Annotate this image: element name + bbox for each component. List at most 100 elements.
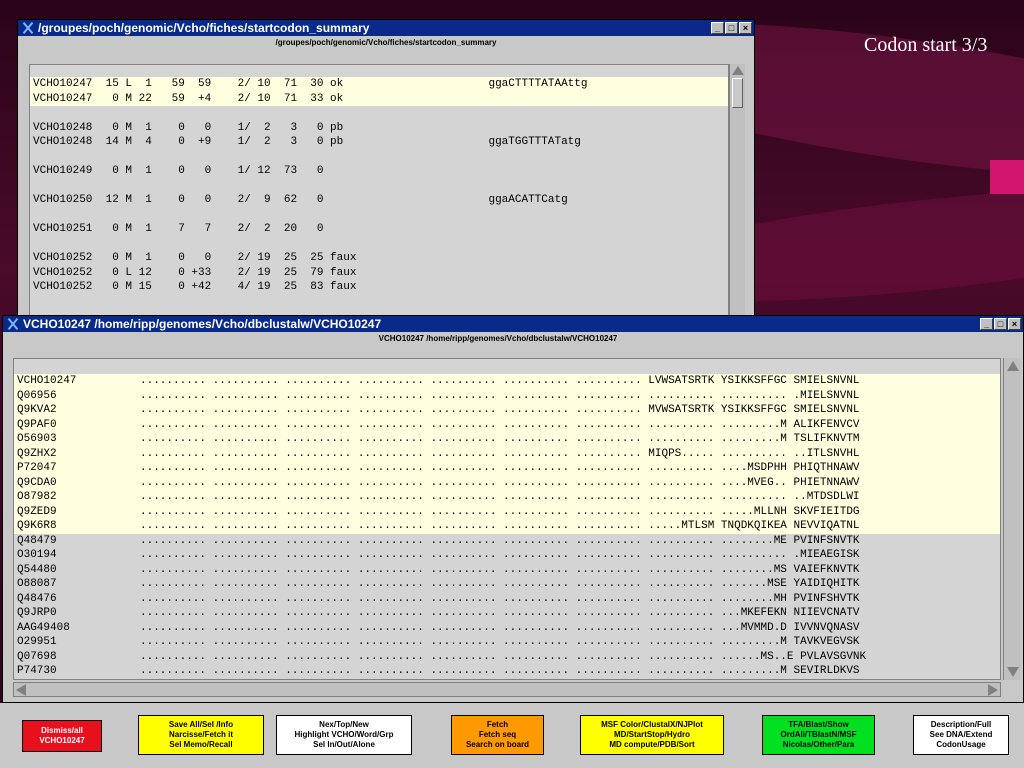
- button-label-line: Fetch seq: [478, 730, 517, 739]
- alignment-row[interactable]: AAG49408 .......... .......... ..........…: [14, 621, 1000, 636]
- button-label-line: MD compute/PDB/Sort: [609, 740, 695, 749]
- sequence-alignment: .......... .......... .......... .......…: [140, 549, 860, 561]
- alignment-row[interactable]: Q07698 .......... .......... .......... .…: [14, 650, 1000, 665]
- description-button[interactable]: Description/Full See DNA/Extend CodonUsage: [913, 715, 1009, 755]
- sequence-id: P72047: [17, 462, 57, 474]
- window-title: /groupes/poch/genomic/Vcho/fiches/startc…: [38, 21, 370, 35]
- sequence-id: Q9JRP0: [17, 607, 57, 619]
- scroll-left-arrow-icon[interactable]: [16, 684, 26, 696]
- alignment-row[interactable]: Q9JRP0 .......... .......... .......... .…: [14, 606, 1000, 621]
- alignment-row[interactable]: O30194 .......... .......... .......... .…: [14, 548, 1000, 563]
- alignment-row[interactable]: VCHO10247 .......... .......... .........…: [14, 374, 1000, 389]
- sequence-id: Q9PAF0: [17, 418, 57, 431]
- alignment-row[interactable]: P72047 .......... .......... .......... .…: [14, 461, 1000, 476]
- alignment-row[interactable]: Q48476 .......... .......... .......... .…: [14, 592, 1000, 607]
- sequence-id: O88087: [17, 578, 57, 590]
- button-label-line: TFA/Blast/Show: [788, 720, 849, 729]
- close-button[interactable]: ×: [1008, 318, 1021, 330]
- maximize-button[interactable]: □: [994, 318, 1007, 330]
- sequence-id: O56903: [17, 433, 57, 445]
- fetch-button[interactable]: Fetch Fetch seq Search on board: [451, 715, 544, 755]
- sequence-id: Q9K6R8: [17, 520, 57, 532]
- sequence-id: O29951: [17, 636, 57, 648]
- sequence-id: O87982: [17, 491, 57, 503]
- alignment-horizontal-scrollbar[interactable]: [13, 682, 1001, 697]
- minimize-button[interactable]: _: [980, 318, 993, 330]
- button-label-line: Highlight VCHO/Word/Grp: [294, 730, 394, 739]
- startcodon-summary-window: /groupes/poch/genomic/Vcho/fiches/startc…: [17, 19, 755, 319]
- alignment-row[interactable]: O29951 .......... .......... .......... .…: [14, 635, 1000, 650]
- alignment-row[interactable]: Q54480 .......... .......... .......... .…: [14, 563, 1000, 578]
- alignment-row[interactable]: Q9PAF0 .......... .......... .......... .…: [14, 417, 1000, 432]
- sequence-alignment: .......... .......... .......... .......…: [140, 389, 860, 402]
- scroll-right-arrow-icon[interactable]: [988, 684, 998, 696]
- alignment-row[interactable]: Q9KVA2 .......... .......... .......... .…: [14, 403, 1000, 418]
- alignment-rows: VCHO10247 .......... .......... .........…: [14, 374, 1000, 679]
- alignment-row[interactable]: Q9ZED9 .......... .......... .......... .…: [14, 504, 1000, 519]
- window-title: VCHO10247 /home/ripp/genomes/Vcho/dbclus…: [23, 317, 382, 331]
- sequence-alignment: .......... .......... .......... .......…: [140, 476, 860, 489]
- scroll-down-arrow-icon[interactable]: [1007, 667, 1019, 677]
- sequence-alignment: .......... .......... .......... .......…: [140, 665, 860, 677]
- sequence-alignment: .......... .......... .......... .......…: [140, 563, 860, 576]
- button-label-line: See DNA/Extend: [929, 730, 993, 739]
- button-label-line: OrdAli/TBlastN/MSF: [780, 730, 857, 739]
- alignment-vertical-scrollbar[interactable]: [1003, 358, 1021, 680]
- button-label-line: Sel Memo/Recall: [169, 740, 233, 749]
- button-label-line: Narcisse/Fetch it: [168, 730, 234, 739]
- maximize-button[interactable]: □: [725, 22, 738, 34]
- alignment-row[interactable]: O56903 .......... .......... .......... .…: [14, 432, 1000, 447]
- sequence-alignment: .......... .......... .......... .......…: [140, 607, 860, 619]
- button-label-line: MSF Color/ClustalX/NJPlot: [601, 720, 703, 729]
- sequence-alignment: .......... .......... .......... .......…: [140, 404, 860, 416]
- x-logo-icon: [21, 21, 35, 35]
- button-label-line: MD/StartStop/Hydro: [614, 730, 690, 739]
- button-label-line: CodonUsage: [936, 740, 986, 749]
- dismiss-all-button[interactable]: Dismiss/all VCHO10247: [22, 720, 102, 752]
- sequence-alignment: .......... .......... .......... .......…: [140, 462, 860, 474]
- summary-text-pane[interactable]: VCHO10247 15 L 1 59 59 2/ 10 71 30 ok gg…: [29, 64, 729, 318]
- window-titlebar[interactable]: /groupes/poch/genomic/Vcho/fiches/startc…: [18, 20, 754, 36]
- alignment-row[interactable]: P74730 .......... .......... .......... .…: [14, 664, 1000, 679]
- scroll-thumb[interactable]: [732, 78, 743, 108]
- sequence-alignment: .......... .......... .......... .......…: [140, 375, 860, 387]
- sequence-alignment: .......... .......... .......... .......…: [140, 578, 860, 590]
- button-label-line: Dismiss/all: [41, 726, 83, 735]
- alignment-row[interactable]: O87982 .......... .......... .......... .…: [14, 490, 1000, 505]
- window-titlebar[interactable]: VCHO10247 /home/ripp/genomes/Vcho/dbclus…: [3, 316, 1023, 332]
- sequence-id: P74730: [17, 665, 57, 677]
- save-all-button[interactable]: Save All/Sel /Info Narcisse/Fetch it Sel M…: [138, 715, 264, 755]
- minimize-button[interactable]: _: [711, 22, 724, 34]
- button-label-line: Search on board: [465, 740, 530, 749]
- clustalw-alignment-window: VCHO10247 /home/ripp/genomes/Vcho/dbclus…: [2, 315, 1024, 703]
- sequence-alignment: .......... .......... .......... .......…: [140, 505, 860, 518]
- next-top-new-button[interactable]: Nex/Top/New Highlight VCHO/Word/Grp Sel In…: [276, 715, 412, 755]
- sequence-id: Q9CDA0: [17, 476, 57, 489]
- alignment-row[interactable]: Q9ZHX2 .......... .......... .......... .…: [14, 446, 1000, 461]
- button-label-line: Sel In/Out/Alone: [313, 740, 375, 749]
- summary-vertical-scrollbar[interactable]: [729, 64, 745, 318]
- sequence-id: Q9KVA2: [17, 404, 57, 416]
- sequence-id: Q9ZHX2: [17, 447, 57, 460]
- alignment-row[interactable]: Q9CDA0 .......... .......... .......... .…: [14, 475, 1000, 490]
- button-label-line: Save All/Sel /Info: [168, 720, 234, 729]
- tfa-blast-button[interactable]: TFA/Blast/Show OrdAli/TBlastN/MSF Nicolas/…: [762, 715, 875, 755]
- sequence-id: Q9ZED9: [17, 505, 57, 518]
- sequence-alignment: .......... .......... .......... .......…: [140, 491, 860, 503]
- button-label-line: Nex/Top/New: [319, 720, 369, 729]
- alignment-row[interactable]: Q48479 .......... .......... .......... .…: [14, 534, 1000, 549]
- sequence-id: Q54480: [17, 563, 57, 576]
- alignment-row[interactable]: Q06956 .......... .......... .......... .…: [14, 388, 1000, 403]
- sequence-alignment: .......... .......... .......... .......…: [140, 621, 860, 634]
- scroll-up-arrow-icon[interactable]: [732, 66, 744, 75]
- sequence-alignment: .......... .......... .......... .......…: [140, 447, 860, 460]
- alignment-pane[interactable]: VCHO10247 .......... .......... .........…: [13, 358, 1001, 680]
- scroll-up-arrow-icon[interactable]: [1007, 361, 1019, 371]
- alignment-row[interactable]: O88087 .......... .......... .......... .…: [14, 577, 1000, 592]
- msf-color-button[interactable]: MSF Color/ClustalX/NJPlot MD/StartStop/Hy…: [580, 715, 724, 755]
- sequence-alignment: .......... .......... .......... .......…: [140, 534, 860, 547]
- alignment-row[interactable]: Q9K6R8 .......... .......... .......... .…: [14, 519, 1000, 534]
- sequence-alignment: .......... .......... .......... .......…: [140, 418, 860, 431]
- button-label-line: Nicolas/Other/Para: [782, 740, 855, 749]
- close-button[interactable]: ×: [739, 22, 752, 34]
